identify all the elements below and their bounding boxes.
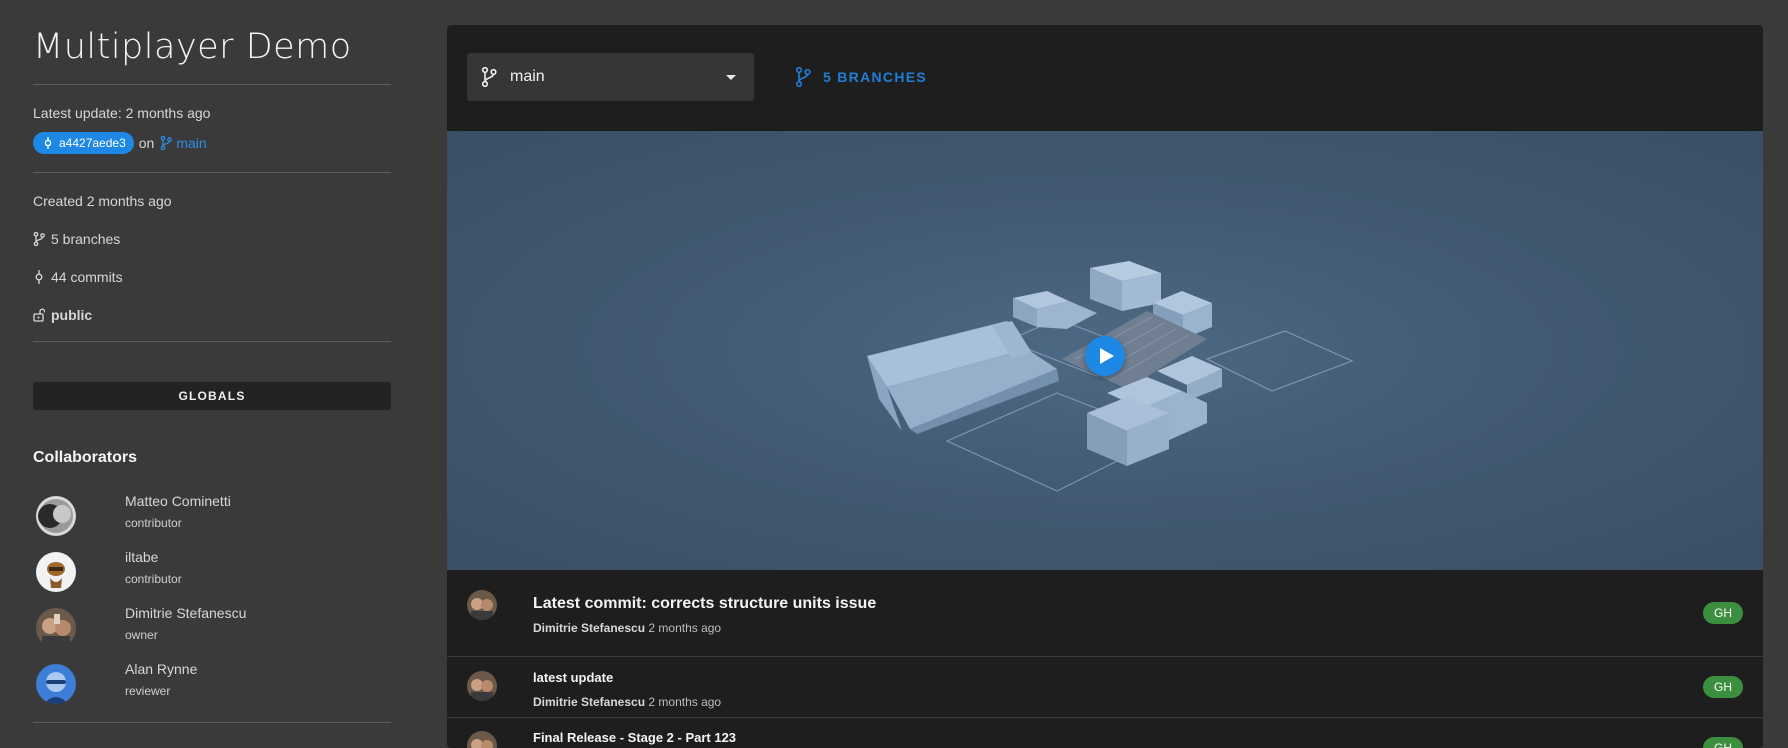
commit-message: Latest commit: corrects structure units …: [533, 595, 877, 612]
divider: [33, 722, 391, 723]
branches-count[interactable]: 5 branches: [33, 231, 120, 247]
on-text: on: [138, 135, 155, 151]
globals-button[interactable]: GLOBALS: [33, 382, 391, 410]
collaborator-name: Matteo Cominetti: [125, 493, 231, 509]
commit-row[interactable]: latest update Dimitrie Stefanescu 2 mont…: [447, 657, 1763, 718]
divider: [33, 172, 391, 173]
avatar: [36, 496, 76, 536]
commit-author: Dimitrie Stefanescu 2 months ago: [533, 621, 721, 635]
commit-row-latest[interactable]: Latest commit: corrects structure units …: [447, 570, 1763, 657]
branches-link[interactable]: 5 BRANCHES: [795, 67, 927, 87]
collaborator-role: reviewer: [125, 684, 171, 698]
commit-time: 2 months ago: [648, 621, 722, 635]
branch-select[interactable]: main: [467, 53, 754, 101]
branch-icon: [795, 67, 811, 87]
commit-hash: a4427aede3: [59, 136, 126, 150]
commit-icon: [44, 137, 52, 149]
collaborator-role: contributor: [125, 572, 182, 586]
divider: [33, 84, 391, 85]
branch-icon: [481, 67, 497, 87]
collaborator-item[interactable]: Alan Rynne reviewer: [36, 661, 391, 707]
collaborator-item[interactable]: iltabe contributor: [36, 549, 391, 595]
commits-count[interactable]: 44 commits: [33, 269, 123, 285]
collaborator-name: iltabe: [125, 549, 159, 565]
model-preview[interactable]: [447, 131, 1763, 570]
commit-icon: [35, 270, 43, 284]
latest-update-text: Latest update: 2 months ago: [33, 105, 211, 121]
commit-author-name: Dimitrie Stefanescu: [533, 695, 646, 709]
collaborator-name: Dimitrie Stefanescu: [125, 605, 247, 621]
collaborator-item[interactable]: Dimitrie Stefanescu owner: [36, 605, 391, 651]
main-panel: main 5 BRANCHES Latest commit: corrects …: [447, 25, 1763, 748]
branch-icon: [33, 232, 45, 246]
collaborator-role: owner: [125, 628, 158, 642]
commit-hash-chip[interactable]: a4427aede3: [33, 132, 134, 154]
avatar: [467, 590, 497, 620]
created-text: Created 2 months ago: [33, 193, 172, 209]
avatar: [36, 664, 76, 704]
commit-time: 2 months ago: [648, 695, 722, 709]
commit-author: Dimitrie Stefanescu 2 months ago: [533, 695, 721, 709]
branch-link[interactable]: main: [160, 135, 207, 151]
branches-link-label: 5 BRANCHES: [823, 69, 928, 85]
chevron-down-icon: [726, 75, 736, 80]
visibility-label: public: [51, 307, 93, 323]
source-app-badge: GH: [1703, 737, 1743, 748]
stream-title: Multiplayer Demo: [33, 27, 352, 67]
collaborator-name: Alan Rynne: [125, 661, 198, 677]
collaborator-role: contributor: [125, 516, 182, 530]
visibility-status: public: [33, 307, 92, 323]
latest-commit-row: a4427aede3 on main: [33, 132, 207, 154]
avatar: [36, 608, 76, 648]
branches-count-label: 5 branches: [51, 231, 121, 247]
avatar: [467, 731, 497, 748]
collaborators-title: Collaborators: [33, 449, 138, 466]
commit-row[interactable]: Final Release - Stage 2 - Part 123 GH: [447, 718, 1763, 748]
commit-author-name: Dimitrie Stefanescu: [533, 621, 646, 635]
sidebar: Multiplayer Demo Latest update: 2 months…: [33, 0, 391, 748]
divider: [33, 341, 391, 342]
play-icon: [1099, 348, 1114, 364]
source-app-badge: GH: [1703, 602, 1743, 624]
source-app-badge: GH: [1703, 676, 1743, 698]
branch-select-value: main: [510, 68, 545, 85]
commit-message: Final Release - Stage 2 - Part 123: [533, 730, 737, 745]
avatar: [36, 552, 76, 592]
commits-count-label: 44 commits: [51, 269, 123, 285]
avatar: [467, 671, 497, 701]
play-button[interactable]: [1085, 336, 1125, 376]
lock-open-icon: [33, 308, 45, 322]
branch-icon: [160, 136, 173, 150]
commit-message: latest update: [533, 670, 614, 685]
collaborator-item[interactable]: Matteo Cominetti contributor: [36, 493, 391, 539]
branch-name: main: [176, 135, 207, 151]
